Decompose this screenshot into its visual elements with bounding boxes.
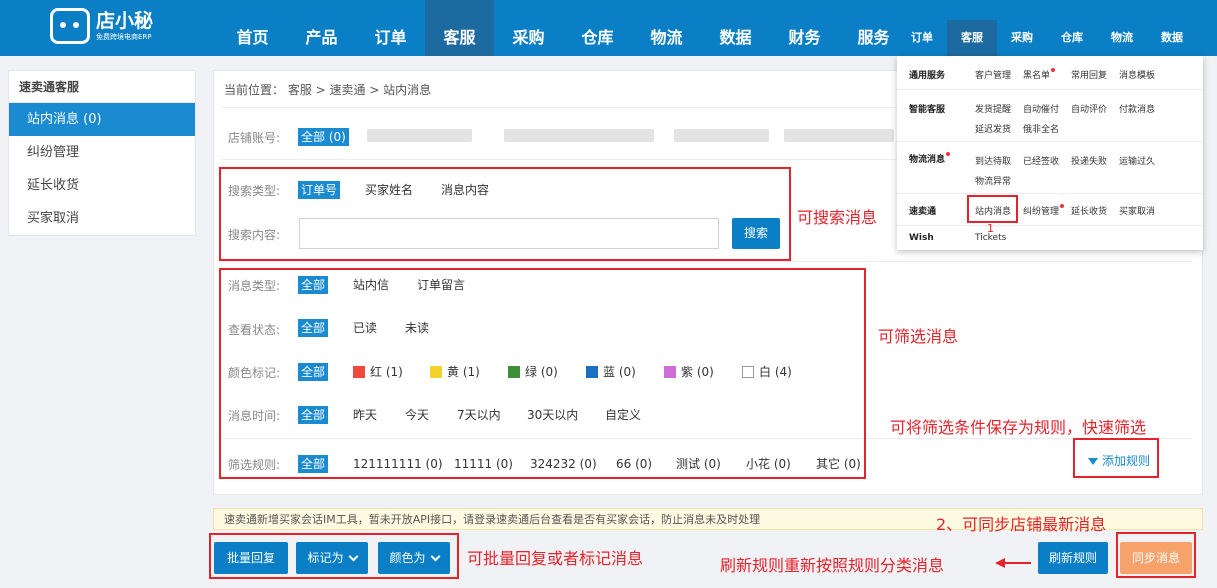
dropdown-category: 物流消息 bbox=[909, 152, 951, 165]
dropdown-link[interactable]: 消息模板 bbox=[1119, 68, 1155, 81]
dropdown-link[interactable]: 自动催付 bbox=[1023, 102, 1059, 115]
sidebar: 速卖通客服 站内消息 (0) 纠纷管理 延长收货 买家取消 bbox=[8, 70, 196, 236]
dropdown-category: 智能客服 bbox=[909, 105, 946, 115]
dropdown-nav-orders[interactable]: 订单 bbox=[897, 20, 947, 56]
nav-customer-service[interactable]: 客服 bbox=[425, 0, 494, 56]
annotation-arrow bbox=[1003, 562, 1031, 564]
breadcrumb: 当前位置： 客服 > 速卖通 > 站内消息 bbox=[224, 83, 432, 97]
nav-purchase[interactable]: 采购 bbox=[494, 0, 563, 56]
dropdown-link[interactable]: 投递失败 bbox=[1071, 154, 1107, 167]
nav-products[interactable]: 产品 bbox=[287, 0, 356, 56]
shop-all[interactable]: 全部 (0) bbox=[298, 128, 349, 146]
app: 店小秘 免费跨境电商ERP 首页 产品 订单 客服 采购 仓库 物流 数据 财务… bbox=[0, 0, 1217, 588]
annotation-box-batch bbox=[209, 533, 459, 579]
annotation-box-add-rule bbox=[1073, 438, 1159, 478]
dropdown-nav-data[interactable]: 数据 bbox=[1147, 20, 1197, 56]
blurred-shop[interactable] bbox=[367, 129, 472, 142]
dropdown-row-smart: 智能客服 发货提醒 自动催付 自动评价 付款消息 延迟发货 俄非全名 bbox=[897, 90, 1203, 142]
dropdown-nav-customer-service[interactable]: 客服 bbox=[947, 20, 997, 56]
annotation-search: 可搜索消息 bbox=[797, 208, 878, 227]
dropdown-link[interactable]: 已经签收 bbox=[1023, 154, 1059, 167]
dropdown-row-general: 通用服务 客户管理 黑名单 常用回复 消息模板 bbox=[897, 56, 1203, 90]
annotation-sync: 2、可同步店铺最新消息 bbox=[936, 515, 1107, 534]
main-nav: 首页 产品 订单 客服 采购 仓库 物流 数据 财务 服务 bbox=[218, 0, 908, 56]
dropdown-row-aliexpress: 速卖通 站内消息 纠纷管理 延长收货 买家取消 bbox=[897, 194, 1203, 226]
annotation-step-1: 1 bbox=[987, 222, 994, 235]
logo-name: 店小秘 bbox=[96, 10, 154, 32]
arrow-left-icon bbox=[995, 558, 1005, 568]
dropdown-category: 速卖通 bbox=[909, 207, 937, 217]
annotation-filter: 可筛选消息 bbox=[878, 327, 959, 346]
dropdown-link[interactable]: 到达待取 bbox=[975, 154, 1011, 167]
dropdown-link[interactable]: 物流异常 bbox=[975, 174, 1011, 187]
logo-slogan: 免费跨境电商ERP bbox=[96, 33, 152, 41]
dropdown-row-logistics: 物流消息 到达待取 已经签收 投递失败 运输过久 物流异常 bbox=[897, 142, 1203, 194]
sidebar-item-extend-receipt[interactable]: 延长收货 bbox=[9, 169, 195, 202]
dropdown-link[interactable]: 纠纷管理 bbox=[1023, 204, 1065, 217]
dropdown-category: 通用服务 bbox=[909, 71, 946, 81]
dropdown-nav-purchase[interactable]: 采购 bbox=[997, 20, 1047, 56]
nav-home[interactable]: 首页 bbox=[218, 0, 287, 56]
annotation-batch: 可批量回复或者标记消息 bbox=[467, 549, 644, 568]
divider bbox=[222, 261, 1192, 262]
dropdown-link[interactable]: 黑名单 bbox=[1023, 68, 1056, 81]
nav-data[interactable]: 数据 bbox=[701, 0, 770, 56]
dropdown-panel: 通用服务 客户管理 黑名单 常用回复 消息模板 智能客服 发货提醒 自动催付 自… bbox=[897, 56, 1203, 250]
badge-dot-icon bbox=[946, 152, 951, 156]
dropdown-nav: 订单 客服 采购 仓库 物流 数据 bbox=[897, 20, 1217, 56]
annotation-box-dropdown-messages bbox=[967, 195, 1018, 223]
blurred-shop[interactable] bbox=[504, 129, 654, 142]
dropdown-link[interactable]: 常用回复 bbox=[1071, 68, 1107, 81]
robot-logo-icon bbox=[50, 8, 90, 44]
dropdown-nav-logistics[interactable]: 物流 bbox=[1097, 20, 1147, 56]
refresh-rules-button[interactable]: 刷新规则 bbox=[1038, 542, 1108, 574]
sidebar-item-disputes[interactable]: 纠纷管理 bbox=[9, 136, 195, 169]
nav-finance[interactable]: 财务 bbox=[770, 0, 839, 56]
dropdown-link[interactable]: 延迟发货 bbox=[975, 122, 1011, 135]
annotation-box-filter bbox=[219, 268, 866, 479]
badge-dot-icon bbox=[1051, 68, 1056, 72]
dropdown-link[interactable]: 延长收货 bbox=[1071, 204, 1107, 217]
dropdown-link[interactable]: 发货提醒 bbox=[975, 102, 1011, 115]
nav-logistics[interactable]: 物流 bbox=[632, 0, 701, 56]
logo[interactable]: 店小秘 免费跨境电商ERP bbox=[50, 8, 153, 44]
dropdown-link[interactable]: 运输过久 bbox=[1119, 154, 1155, 167]
dropdown-row-wish: Wish Tickets bbox=[897, 226, 1203, 250]
dropdown-link[interactable]: 俄非全名 bbox=[1023, 122, 1059, 135]
dropdown-link[interactable]: 自动评价 bbox=[1071, 102, 1107, 115]
sidebar-item-buyer-cancel[interactable]: 买家取消 bbox=[9, 202, 195, 235]
annotation-box-search bbox=[219, 167, 791, 261]
badge-dot-icon bbox=[1060, 204, 1065, 208]
annotation-box-sync bbox=[1116, 532, 1196, 578]
nav-warehouse[interactable]: 仓库 bbox=[563, 0, 632, 56]
blurred-shop[interactable] bbox=[784, 129, 894, 142]
dropdown-link[interactable]: 买家取消 bbox=[1119, 204, 1155, 217]
annotation-refresh: 刷新规则重新按照规则分类消息 bbox=[720, 556, 945, 575]
shop-label: 店铺账号: bbox=[228, 131, 281, 145]
sidebar-title: 速卖通客服 bbox=[9, 71, 195, 103]
nav-orders[interactable]: 订单 bbox=[356, 0, 425, 56]
dropdown-category: Wish bbox=[909, 233, 934, 243]
blurred-shop[interactable] bbox=[674, 129, 769, 142]
dropdown-link[interactable]: 客户管理 bbox=[975, 68, 1011, 81]
sidebar-item-messages[interactable]: 站内消息 (0) bbox=[9, 103, 195, 136]
dropdown-link[interactable]: 付款消息 bbox=[1119, 102, 1155, 115]
annotation-save-rule: 可将筛选条件保存为规则，快速筛选 bbox=[890, 418, 1147, 437]
dropdown-nav-warehouse[interactable]: 仓库 bbox=[1047, 20, 1097, 56]
